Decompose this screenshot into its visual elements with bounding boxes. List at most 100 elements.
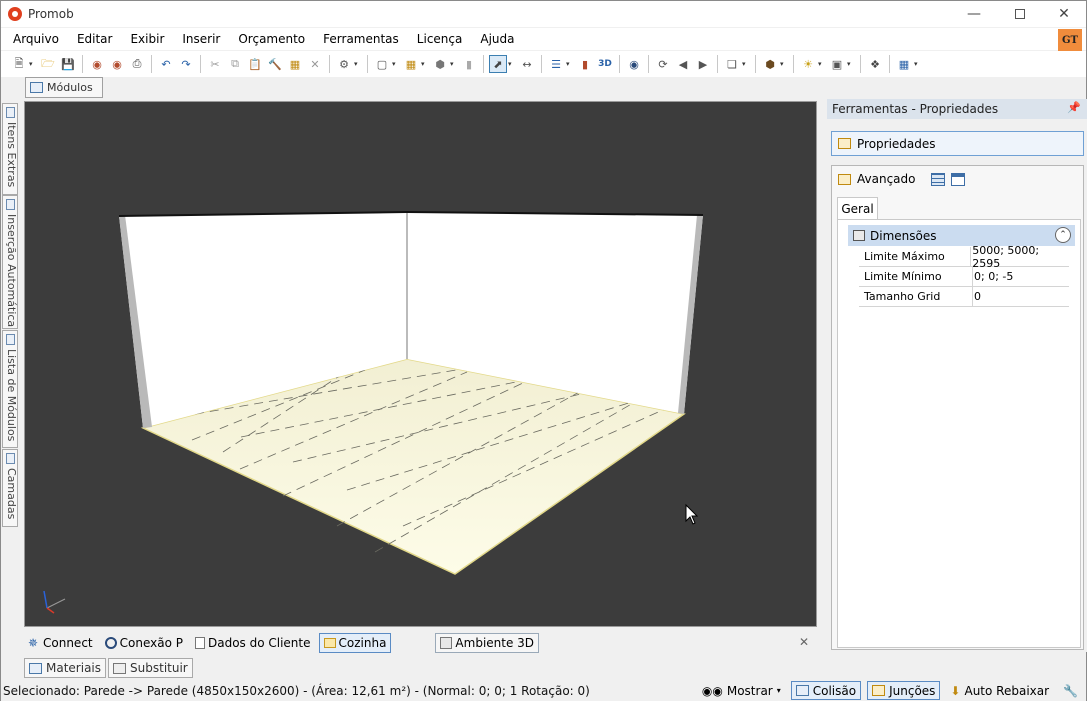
box-dropdown-icon[interactable]: ▾ — [450, 60, 457, 68]
rss-icon: ✵ — [28, 636, 39, 650]
joints-toggle[interactable]: Junções — [867, 681, 941, 700]
layers-dropdown-icon[interactable]: ▾ — [566, 60, 573, 68]
toolbar-separator — [860, 55, 861, 73]
wall-dropdown-icon[interactable]: ▾ — [421, 60, 428, 68]
view-box-dropdown-icon[interactable]: ▾ — [742, 60, 749, 68]
camera-dropdown-icon[interactable]: ▾ — [847, 60, 854, 68]
maximize-button[interactable] — [997, 1, 1043, 27]
close-button[interactable]: ✕ — [1041, 1, 1087, 27]
light-dropdown-icon[interactable]: ▾ — [818, 60, 825, 68]
new-dropdown-icon[interactable]: ▾ — [29, 60, 36, 68]
close-tab-icon[interactable]: ✕ — [799, 635, 809, 649]
environment-icon — [440, 637, 453, 649]
toolbar-separator — [619, 55, 620, 73]
budget-dropdown-icon[interactable]: ▾ — [354, 60, 361, 68]
side-tab-lista-modulos[interactable]: Lista de Módulos — [2, 330, 18, 448]
save-icon[interactable]: 💾 — [59, 55, 77, 73]
view-box-icon[interactable]: ❏ — [723, 55, 741, 73]
property-row[interactable]: Tamanho Grid 0 — [859, 287, 1069, 307]
advanced-button[interactable]: Avançado — [857, 172, 915, 186]
3d-viewport[interactable] — [24, 101, 817, 627]
budget-icon[interactable]: ⚙ — [335, 55, 353, 73]
print-icon[interactable]: ⎙ — [128, 55, 146, 73]
palette-icon[interactable]: ▦ — [895, 55, 913, 73]
document-icon — [194, 637, 205, 649]
view-3d-icon[interactable]: 3D — [596, 55, 614, 73]
cube-icon[interactable]: ⬢ — [761, 55, 779, 73]
snap-icon[interactable]: ❖ — [866, 55, 884, 73]
cube-dropdown-icon[interactable]: ▾ — [780, 60, 787, 68]
property-row[interactable]: Limite Mínimo 0; 0; -5 — [859, 267, 1069, 287]
copy-icon[interactable]: ⧉ — [226, 55, 244, 73]
paste-icon[interactable]: 📋 — [246, 55, 264, 73]
elevation-icon[interactable]: ▮ — [576, 55, 594, 73]
property-value[interactable]: 0 — [973, 290, 981, 303]
menu-ajuda[interactable]: Ajuda — [471, 28, 523, 50]
menu-exibir[interactable]: Exibir — [121, 28, 173, 50]
property-row[interactable]: Limite Máximo 5000; 5000; 2595 — [859, 244, 1069, 270]
properties-button[interactable]: Propriedades — [831, 131, 1084, 156]
menu-ferramentas[interactable]: Ferramentas — [314, 28, 408, 50]
palette-dropdown-icon[interactable]: ▾ — [914, 60, 921, 68]
collision-toggle[interactable]: Colisão — [790, 681, 862, 700]
tab-conexao-p[interactable]: Conexão P — [101, 633, 187, 653]
light-icon[interactable]: ☀ — [799, 55, 817, 73]
menu-orcamento[interactable]: Orçamento — [229, 28, 314, 50]
settings-wrench-button[interactable]: 🔧 — [1059, 681, 1082, 700]
layout-icon[interactable]: ▢ — [373, 55, 391, 73]
side-tab-itens-extras[interactable]: Itens Extras — [2, 103, 18, 195]
cut-icon[interactable]: ✂ — [206, 55, 224, 73]
user-badge[interactable]: GT — [1058, 29, 1082, 51]
box-insert-icon[interactable]: ⬢ — [431, 55, 449, 73]
property-value[interactable]: 5000; 5000; 2595 — [971, 244, 1069, 270]
tab-substituir[interactable]: Substituir — [108, 658, 193, 678]
menu-inserir[interactable]: Inserir — [173, 28, 229, 50]
pin-icon[interactable]: 📌 — [1067, 101, 1081, 114]
toolbar-separator — [367, 55, 368, 73]
modules-tab[interactable]: Módulos — [25, 77, 103, 98]
tab-geral[interactable]: Geral — [837, 197, 878, 220]
layout-dropdown-icon[interactable]: ▾ — [392, 60, 399, 68]
undo-icon[interactable]: ↶ — [157, 55, 175, 73]
side-tab-camadas[interactable]: Camadas — [2, 449, 18, 527]
side-tab-insercao-automatica[interactable]: Inserção Automática — [2, 195, 18, 329]
tab-materiais[interactable]: Materiais — [24, 658, 107, 678]
tab-cozinha[interactable]: Cozinha — [318, 633, 392, 653]
render-quick-icon[interactable]: ◉ — [108, 55, 126, 73]
properties-icon — [838, 138, 851, 149]
minimize-button[interactable]: — — [951, 1, 997, 27]
paint-roller-icon[interactable]: ▦ — [286, 55, 304, 73]
rotate-icon[interactable]: ⟳ — [654, 55, 672, 73]
toolbar-separator — [329, 55, 330, 73]
bottom-panel-tabs: Materiais Substituir — [24, 657, 195, 679]
redo-icon[interactable]: ↷ — [177, 55, 195, 73]
property-value[interactable]: 0; 0; -5 — [973, 270, 1013, 283]
tab-dados-cliente[interactable]: Dados do Cliente — [191, 633, 315, 653]
camera-icon[interactable]: ▣ — [828, 55, 846, 73]
select-dropdown-icon[interactable]: ▾ — [508, 60, 515, 68]
layers-icon[interactable]: ☰ — [547, 55, 565, 73]
categorized-view-icon[interactable] — [931, 172, 946, 186]
hammer-icon[interactable]: 🔨 — [266, 55, 284, 73]
tab-connect[interactable]: ✵ Connect — [24, 633, 97, 653]
open-folder-icon[interactable]: 🗁 — [39, 55, 57, 73]
wall-icon[interactable]: ▦ — [402, 55, 420, 73]
panel-icon[interactable]: ▮ — [460, 55, 478, 73]
menu-editar[interactable]: Editar — [68, 28, 122, 50]
move-left-icon[interactable]: ◀ — [674, 55, 692, 73]
toolbar-separator — [648, 55, 649, 73]
tab-ambiente-3d[interactable]: Ambiente 3D — [435, 633, 540, 653]
show-button[interactable]: ◉◉ Mostrar ▾ — [698, 681, 785, 700]
collapse-icon[interactable]: ⌃ — [1055, 227, 1071, 243]
auto-lower-toggle[interactable]: ⬇ Auto Rebaixar — [946, 681, 1053, 700]
move-right-icon[interactable]: ▶ — [694, 55, 712, 73]
menu-licenca[interactable]: Licença — [408, 28, 472, 50]
table-view-icon[interactable] — [951, 172, 966, 186]
measure-icon[interactable]: ↔ — [518, 55, 536, 73]
new-file-icon[interactable]: 🗎 — [10, 55, 28, 73]
delete-icon[interactable]: ✕ — [306, 55, 324, 73]
eye-icon[interactable]: ◉ — [625, 55, 643, 73]
select-pointer-icon[interactable]: ⬈ — [489, 55, 507, 73]
render-icon[interactable]: ◉ — [88, 55, 106, 73]
menu-arquivo[interactable]: Arquivo — [1, 28, 68, 50]
